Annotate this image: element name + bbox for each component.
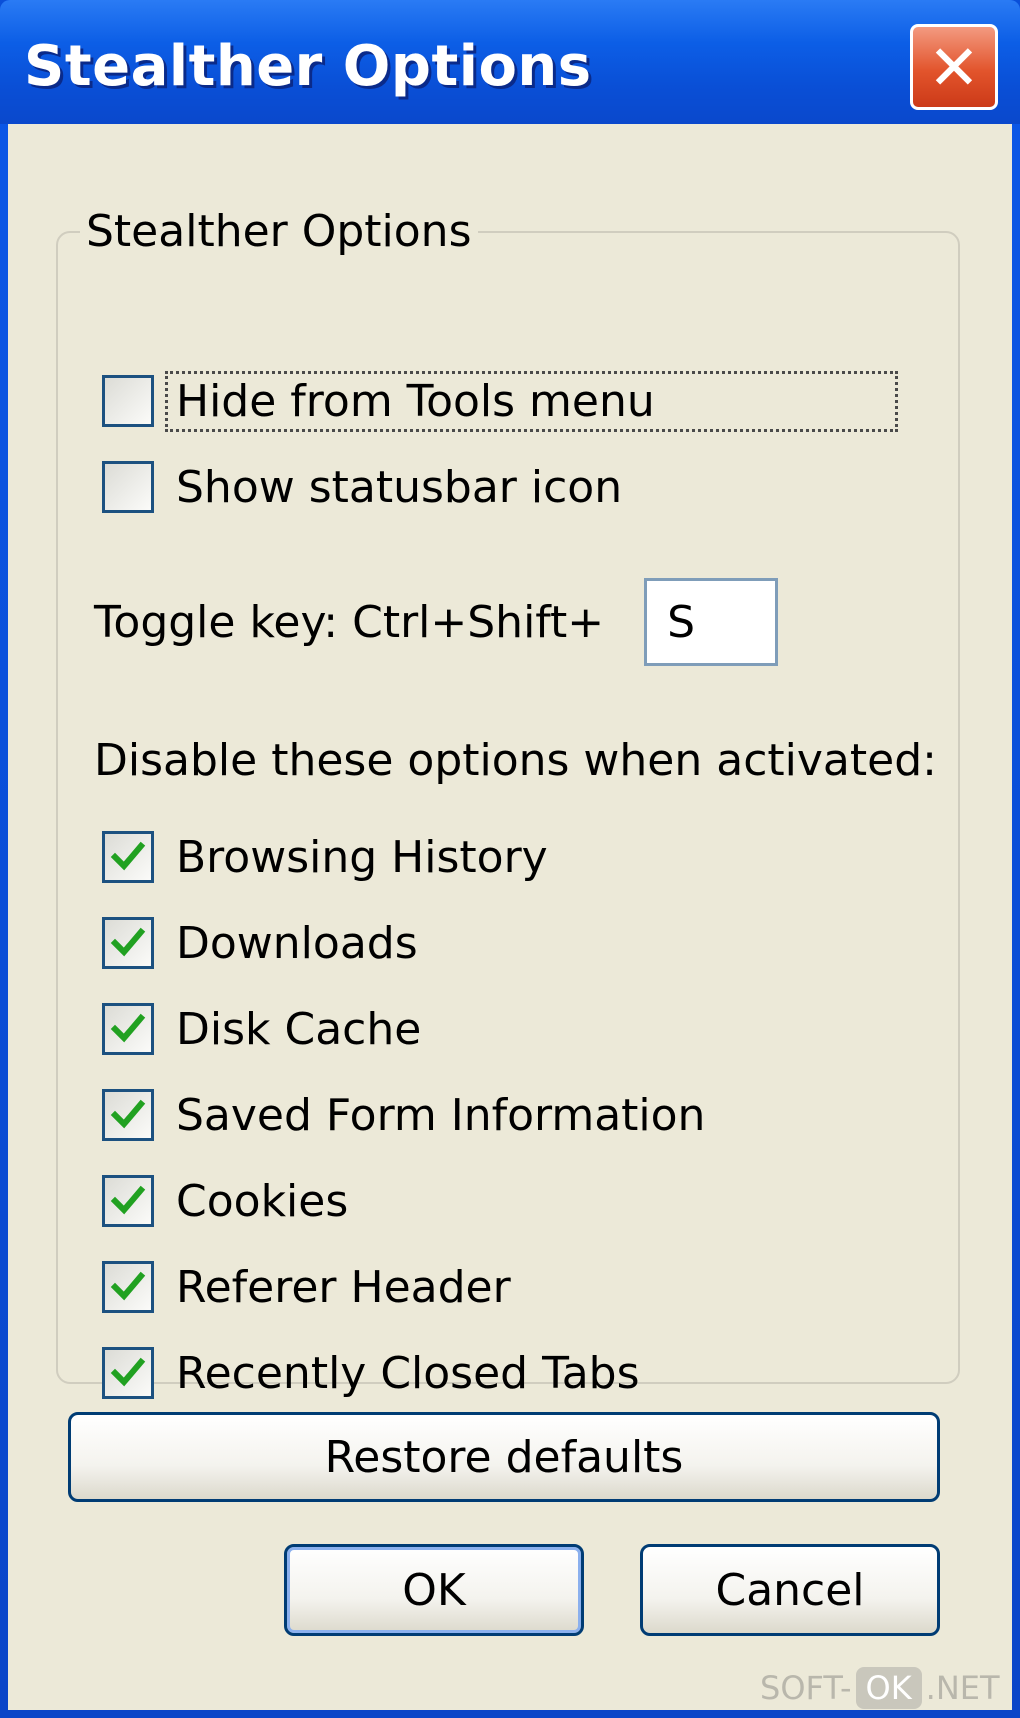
option-label[interactable]: Referer Header <box>176 1262 511 1313</box>
option-row[interactable]: Referer Header <box>102 1255 511 1319</box>
checkmark-icon <box>110 1013 146 1043</box>
dialog-body: Stealther Options Hide from Tools menu S… <box>8 124 1012 1710</box>
option-row[interactable]: Recently Closed Tabs <box>102 1341 640 1405</box>
option-row[interactable]: Browsing History <box>102 825 548 889</box>
option-checkbox[interactable] <box>102 1089 154 1141</box>
checkmark-icon <box>110 1099 146 1129</box>
dialog-window: Stealther Options ✕ Stealther Options Hi… <box>0 0 1020 1718</box>
checkmark-icon <box>110 841 146 871</box>
option-checkbox[interactable] <box>102 1003 154 1055</box>
option-label[interactable]: Browsing History <box>176 832 548 883</box>
toggle-key-row: Toggle key: Ctrl+Shift+ <box>94 577 779 667</box>
option-label[interactable]: Saved Form Information <box>176 1090 705 1141</box>
show-statusbar-checkbox[interactable] <box>102 461 154 513</box>
checkmark-icon <box>110 1271 146 1301</box>
checkmark-icon <box>110 1185 146 1215</box>
toggle-key-label: Toggle key: Ctrl+Shift+ <box>94 596 605 648</box>
watermark-suffix: .NET <box>925 1669 1000 1707</box>
close-button[interactable]: ✕ <box>910 24 998 110</box>
ok-button[interactable]: OK <box>284 1544 584 1636</box>
option-label[interactable]: Cookies <box>176 1176 348 1227</box>
watermark-prefix: SOFT- <box>760 1669 852 1707</box>
disable-options-heading: Disable these options when activated: <box>94 735 937 786</box>
option-row[interactable]: Downloads <box>102 911 418 975</box>
checkmark-icon <box>110 1357 146 1387</box>
group-legend: Stealther Options <box>86 206 472 257</box>
close-icon: ✕ <box>928 30 980 104</box>
hide-from-tools-label[interactable]: Hide from Tools menu <box>165 370 898 432</box>
hide-from-tools-row[interactable]: Hide from Tools menu <box>102 369 898 433</box>
option-checkbox[interactable] <box>102 917 154 969</box>
show-statusbar-label[interactable]: Show statusbar icon <box>176 462 622 513</box>
option-row[interactable]: Disk Cache <box>102 997 421 1061</box>
option-label[interactable]: Downloads <box>176 918 418 969</box>
show-statusbar-row[interactable]: Show statusbar icon <box>102 455 622 519</box>
title-bar[interactable]: Stealther Options ✕ <box>0 0 1020 124</box>
watermark-badge: OK <box>855 1667 922 1709</box>
window-title: Stealther Options <box>24 34 592 99</box>
cancel-button[interactable]: Cancel <box>640 1544 940 1636</box>
option-checkbox[interactable] <box>102 1261 154 1313</box>
toggle-key-input[interactable] <box>644 578 779 666</box>
watermark: SOFT- OK .NET <box>760 1666 1000 1710</box>
option-checkbox[interactable] <box>102 831 154 883</box>
option-row[interactable]: Cookies <box>102 1169 348 1233</box>
stealther-options-group: Stealther Options Hide from Tools menu S… <box>56 206 960 1399</box>
restore-defaults-button[interactable]: Restore defaults <box>68 1412 940 1502</box>
option-row[interactable]: Saved Form Information <box>102 1083 705 1147</box>
option-label[interactable]: Recently Closed Tabs <box>176 1348 640 1399</box>
option-checkbox[interactable] <box>102 1347 154 1399</box>
checkmark-icon <box>110 927 146 957</box>
option-checkbox[interactable] <box>102 1175 154 1227</box>
option-label[interactable]: Disk Cache <box>176 1004 421 1055</box>
hide-from-tools-checkbox[interactable] <box>102 375 154 427</box>
